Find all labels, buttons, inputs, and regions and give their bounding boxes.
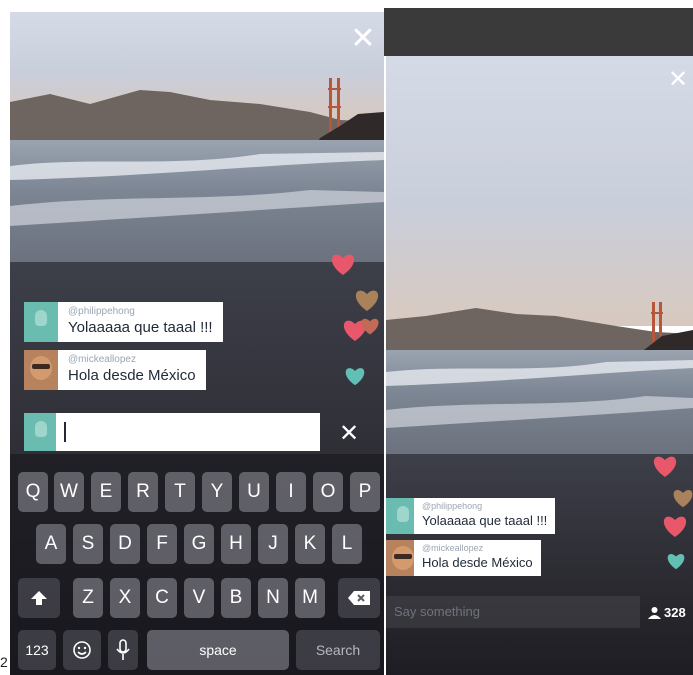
comment-input-row — [24, 413, 320, 451]
key-u[interactable]: U — [239, 472, 269, 512]
emoji-key[interactable] — [63, 630, 101, 670]
comment-username: @mickeallopez — [68, 354, 136, 365]
clear-input-icon[interactable]: ✕ — [336, 418, 362, 448]
key-v[interactable]: V — [184, 578, 214, 618]
search-key[interactable]: Search — [296, 630, 380, 670]
heart-icon — [361, 318, 379, 335]
key-m[interactable]: M — [295, 578, 325, 618]
key-x[interactable]: X — [110, 578, 140, 618]
key-b[interactable]: B — [221, 578, 251, 618]
key-r[interactable]: R — [128, 472, 158, 512]
key-h[interactable]: H — [221, 524, 251, 564]
key-n[interactable]: N — [258, 578, 288, 618]
key-y[interactable]: Y — [202, 472, 232, 512]
shift-key[interactable] — [18, 578, 60, 618]
comment-username: @philippehong — [422, 501, 483, 511]
onscreen-keyboard: Q W E R T Y U I O P A S D F G H J K L Z … — [10, 454, 384, 675]
comment-item: @philippehong Yolaaaaa que taaal !!! — [386, 498, 556, 534]
figure-number: 2 — [0, 654, 8, 670]
space-key[interactable]: space — [147, 630, 289, 670]
comment-item: @mickeallopez Hola desde México — [386, 540, 541, 576]
key-j[interactable]: J — [258, 524, 288, 564]
comment-bubble: @philippehong Yolaaaaa que taaal !!! — [58, 302, 223, 342]
shift-arrow-icon — [31, 591, 47, 605]
avatar — [386, 540, 414, 576]
key-i[interactable]: I — [276, 472, 306, 512]
delete-key[interactable] — [338, 578, 380, 618]
say-something-placeholder: Say something — [394, 604, 480, 619]
key-q[interactable]: Q — [18, 472, 48, 512]
text-cursor — [64, 422, 66, 442]
person-icon — [648, 606, 661, 619]
say-something-input[interactable]: Say something — [386, 596, 640, 628]
key-c[interactable]: C — [147, 578, 177, 618]
close-icon[interactable]: ✕ — [348, 24, 378, 54]
viewer-count-value: 328 — [664, 604, 686, 620]
right-phone-screen: ✕ @philippehong Yolaaaaa que taaal !!! @… — [386, 56, 693, 675]
key-a[interactable]: A — [36, 524, 66, 564]
microphone-icon — [116, 639, 130, 660]
key-g[interactable]: G — [184, 524, 214, 564]
comment-text: Hola desde México — [422, 555, 533, 570]
key-z[interactable]: Z — [73, 578, 103, 618]
avatar — [24, 413, 56, 451]
comment-text: Hola desde México — [68, 367, 196, 384]
key-k[interactable]: K — [295, 524, 325, 564]
heart-icon — [667, 553, 685, 570]
comment-text: Yolaaaaa que taaal !!! — [68, 319, 213, 336]
comment-bubble: @mickeallopez Hola desde México — [58, 350, 206, 390]
viewer-count: 328 — [648, 602, 686, 622]
heart-icon — [673, 490, 693, 508]
comment-bubble: @mickeallopez Hola desde México — [414, 540, 541, 576]
comment-username: @mickeallopez — [422, 543, 484, 553]
key-d[interactable]: D — [110, 524, 140, 564]
key-e[interactable]: E — [91, 472, 121, 512]
heart-icon — [663, 516, 687, 537]
comment-item: @mickeallopez Hola desde México — [24, 350, 206, 390]
key-o[interactable]: O — [313, 472, 343, 512]
avatar — [386, 498, 414, 534]
video-background — [386, 56, 693, 675]
avatar — [24, 350, 58, 390]
key-t[interactable]: T — [165, 472, 195, 512]
key-l[interactable]: L — [332, 524, 362, 564]
comment-username: @philippehong — [68, 306, 135, 317]
emoji-icon — [73, 641, 91, 659]
heart-icon — [355, 290, 379, 311]
avatar — [24, 302, 58, 342]
comment-text: Yolaaaaa que taaal !!! — [422, 513, 548, 528]
mic-key[interactable] — [108, 630, 138, 670]
heart-icon — [653, 456, 677, 477]
close-icon[interactable]: ✕ — [666, 64, 690, 94]
numbers-key[interactable]: 123 — [18, 630, 56, 670]
window-top-bar — [384, 8, 693, 56]
comment-input[interactable] — [56, 413, 320, 451]
key-s[interactable]: S — [73, 524, 103, 564]
key-f[interactable]: F — [147, 524, 177, 564]
heart-icon — [345, 368, 365, 386]
key-p[interactable]: P — [350, 472, 380, 512]
comment-item: @philippehong Yolaaaaa que taaal !!! — [24, 302, 223, 342]
heart-icon — [331, 254, 355, 275]
waves — [10, 152, 384, 226]
comment-bubble: @philippehong Yolaaaaa que taaal !!! — [414, 498, 556, 534]
backspace-icon — [348, 591, 370, 605]
waves — [386, 360, 693, 428]
key-w[interactable]: W — [54, 472, 84, 512]
